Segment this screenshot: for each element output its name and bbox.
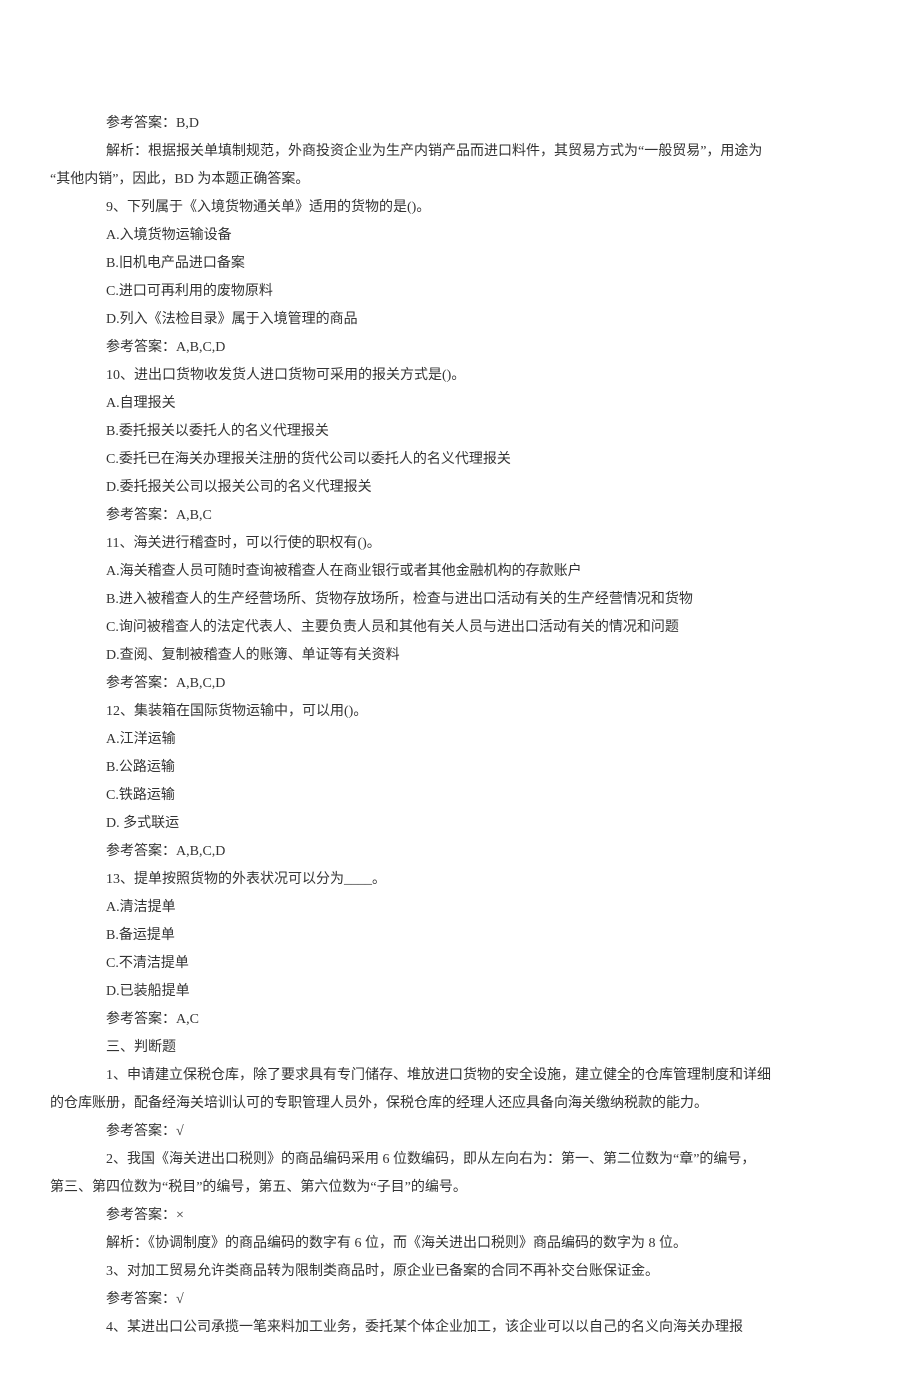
text-line: C.进口可再利用的废物原料 [50,278,870,306]
text-line: A.入境货物运输设备 [50,222,870,250]
text-line: 解析：根据报关单填制规范，外商投资企业为生产内销产品而进口料件，其贸易方式为“一… [50,138,870,166]
text-line: “其他内销”，因此，BD 为本题正确答案。 [50,166,870,194]
text-line: 参考答案：× [50,1202,870,1230]
text-line: A.自理报关 [50,390,870,418]
text-line: 9、下列属于《入境货物通关单》适用的货物的是()。 [50,194,870,222]
text-line: D.列入《法检目录》属于入境管理的商品 [50,306,870,334]
text-line: 第三、第四位数为“税目”的编号，第五、第六位数为“子目”的编号。 [50,1174,870,1202]
text-line: A.清洁提单 [50,894,870,922]
text-line: 三、判断题 [50,1034,870,1062]
text-line: A.江洋运输 [50,726,870,754]
text-line: 参考答案：A,B,C,D [50,670,870,698]
text-line: C.询问被稽查人的法定代表人、主要负责人员和其他有关人员与进出口活动有关的情况和… [50,614,870,642]
text-line: 2、我国《海关进出口税则》的商品编码采用 6 位数编码，即从左向右为：第一、第二… [50,1146,870,1174]
text-line: 11、海关进行稽查时，可以行使的职权有()。 [50,530,870,558]
text-line: B.公路运输 [50,754,870,782]
text-line: 参考答案：A,C [50,1006,870,1034]
text-line: 参考答案：√ [50,1286,870,1314]
text-line: 10、进出口货物收发货人进口货物可采用的报关方式是()。 [50,362,870,390]
text-line: 参考答案：A,B,C,D [50,334,870,362]
text-line: D. 多式联运 [50,810,870,838]
text-line: 4、某进出口公司承揽一笔来料加工业务，委托某个体企业加工，该企业可以以自己的名义… [50,1314,870,1342]
text-line: B.备运提单 [50,922,870,950]
text-line: 12、集装箱在国际货物运输中，可以用()。 [50,698,870,726]
text-line: 的仓库账册，配备经海关培训认可的专职管理人员外，保税仓库的经理人还应具备向海关缴… [50,1090,870,1118]
text-line: D.查阅、复制被稽查人的账簿、单证等有关资料 [50,642,870,670]
text-line: 参考答案：√ [50,1118,870,1146]
text-line: C.不清洁提单 [50,950,870,978]
text-line: B.委托报关以委托人的名义代理报关 [50,418,870,446]
text-line: A.海关稽查人员可随时查询被稽查人在商业银行或者其他金融机构的存款账户 [50,558,870,586]
text-line: 解析：《协调制度》的商品编码的数字有 6 位，而《海关进出口税则》商品编码的数字… [50,1230,870,1258]
text-line: 参考答案：A,B,C,D [50,838,870,866]
document-body: 参考答案：B,D解析：根据报关单填制规范，外商投资企业为生产内销产品而进口料件，… [50,110,870,1342]
text-line: D.已装船提单 [50,978,870,1006]
text-line: B.旧机电产品进口备案 [50,250,870,278]
text-line: 参考答案：A,B,C [50,502,870,530]
text-line: D.委托报关公司以报关公司的名义代理报关 [50,474,870,502]
text-line: 3、对加工贸易允许类商品转为限制类商品时，原企业已备案的合同不再补交台账保证金。 [50,1258,870,1286]
text-line: 1、申请建立保税仓库，除了要求具有专门储存、堆放进口货物的安全设施，建立健全的仓… [50,1062,870,1090]
text-line: C.铁路运输 [50,782,870,810]
text-line: C.委托已在海关办理报关注册的货代公司以委托人的名义代理报关 [50,446,870,474]
text-line: 参考答案：B,D [50,110,870,138]
text-line: B.进入被稽查人的生产经营场所、货物存放场所，检查与进出口活动有关的生产经营情况… [50,586,870,614]
text-line: 13、提单按照货物的外表状况可以分为____。 [50,866,870,894]
